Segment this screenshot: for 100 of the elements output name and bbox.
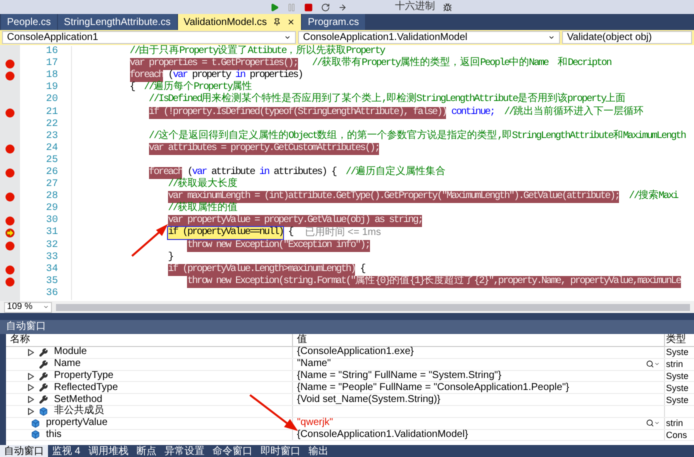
play-icon[interactable]	[270, 2, 279, 12]
line-number: 19	[44, 82, 58, 94]
panel-tab[interactable]: 异常设置	[160, 445, 208, 457]
breakpoint-icon[interactable]	[5, 240, 15, 251]
code-comment: //这个是返回得到自定义属性的Object数组，的第一个参数官方说是指定的类型,即StringLengthAttribute和MaximumLength	[148, 130, 686, 142]
panel-tab[interactable]: 调用堆栈	[84, 445, 132, 457]
panel-tab[interactable]: 监视 4	[48, 445, 84, 457]
member-dropdown[interactable]: Validate(object obj)	[562, 31, 692, 44]
pin-icon[interactable]	[272, 18, 281, 26]
variable-type: strin	[666, 358, 684, 370]
hex-button[interactable]: 十六进制	[395, 1, 435, 13]
line-number: 26	[44, 166, 58, 179]
breakpoint-statement: if (propertyValue.Length>maxinumLength)	[168, 264, 356, 276]
line-number: 31	[44, 227, 58, 240]
class-dropdown[interactable]: ConsoleApplication1.ValidationModel	[298, 31, 560, 44]
breakpoint-icon[interactable]	[5, 264, 15, 275]
bug-icon[interactable]	[443, 2, 452, 12]
variable-name: Module	[54, 346, 87, 358]
breakpoint-icon[interactable]	[5, 108, 15, 118]
variable-row[interactable]: SetMethod {Void set_Name(System.String)} Syste	[6, 394, 694, 406]
breakpoint-icon[interactable]	[5, 144, 15, 154]
panel-tab[interactable]: 即时窗口	[256, 445, 304, 457]
stop-icon[interactable]	[304, 2, 313, 12]
code-comment: //由于只再Property设置了Attibute，所以先获取Property	[130, 46, 384, 58]
variable-row[interactable]: propertyValue "qwerjk" strin	[6, 418, 694, 430]
variable-value: {Void set_Name(System.String)}	[297, 394, 440, 406]
step-icon[interactable]	[338, 2, 347, 12]
code-text: property	[192, 70, 232, 82]
code-text: properties)	[250, 70, 302, 82]
breakpoint-icon[interactable]	[5, 276, 15, 287]
code-text: (	[187, 166, 192, 178]
line-number: 28	[44, 191, 58, 203]
line-number: 16	[44, 46, 58, 58]
current-statement: if (propertyValue==null)	[168, 227, 284, 240]
line-number: 20	[44, 94, 58, 106]
variable-type: Cons	[666, 428, 688, 441]
close-icon[interactable]	[286, 18, 295, 26]
code-text: {	[130, 82, 136, 94]
variable-row[interactable]: Name "Name" strin	[6, 358, 694, 371]
line-number: 27	[44, 179, 58, 191]
line-number: 22	[44, 118, 58, 131]
line-number: 29	[44, 203, 58, 215]
breakpoint-icon[interactable]	[5, 168, 15, 178]
breakpoint-icon[interactable]	[5, 71, 15, 82]
breakpoint-icon[interactable]	[5, 59, 15, 70]
variable-value: "Name"	[297, 358, 331, 370]
breakpoint-current-icon[interactable]	[5, 228, 15, 238]
variable-name: SetMethod	[54, 394, 102, 405]
code-text: {	[287, 227, 293, 240]
file-tab[interactable]: Program.cs	[302, 14, 365, 30]
breakpoint-statement: throw new Exception("Exception info");	[187, 240, 370, 252]
variable-name: this	[46, 428, 62, 441]
variable-row[interactable]: PropertyType {Name = "String" FullName = "System.String"} Syste	[6, 370, 694, 382]
variable-row[interactable]: 非公共成员	[6, 406, 694, 418]
expand-icon[interactable]	[28, 348, 34, 356]
expand-icon[interactable]	[28, 372, 34, 380]
column-header[interactable]: 类型	[664, 334, 694, 346]
variable-row[interactable]: ReflectedType {Name = "People" FullName = "ConsoleApplication1.People"} Syste	[6, 382, 694, 394]
restart-icon[interactable]	[321, 2, 330, 12]
code-keyword: in	[259, 166, 269, 179]
file-tab[interactable]: People.cs	[1, 14, 57, 30]
breakpoint-icon[interactable]	[5, 192, 15, 202]
code-comment: //搜索Maxi	[628, 191, 678, 204]
breakpoint-statement: var attributes = property.GetCustomAttributes();	[148, 142, 380, 155]
caret-icon	[284, 34, 291, 41]
search-icon[interactable]	[646, 419, 660, 428]
code-text: attributes) {	[272, 166, 338, 179]
variable-value: {ConsoleApplication1.exe}	[297, 346, 414, 358]
panel-tab[interactable]: 自动窗口	[0, 445, 48, 457]
code-comment: //IsDefined用来检测某个特性是否应用到了某个类上,即检测StringLengthAttribute是否用到该property上面	[148, 94, 626, 106]
column-header[interactable]: 值	[292, 334, 664, 346]
expand-icon[interactable]	[28, 408, 34, 415]
code-text: {	[359, 264, 365, 275]
elapsed-time-hint: 已用时间 <= 1ms	[304, 227, 381, 240]
zoom-dropdown[interactable]: 109 %	[4, 302, 52, 312]
expand-icon[interactable]	[28, 396, 34, 404]
code-keyword: var	[172, 70, 188, 82]
line-number: 33	[44, 252, 58, 264]
panel-tab[interactable]: 断点	[132, 445, 160, 457]
code-text: attribute	[211, 166, 256, 178]
panel-tab[interactable]: 命令窗口	[208, 445, 256, 457]
file-tab[interactable]: ValidationModel.cs	[178, 14, 301, 30]
breakpoint-statement: var propertyValue = property.GetValue(obj) as string;	[168, 215, 422, 228]
column-header[interactable]: 名称	[6, 334, 292, 346]
project-dropdown[interactable]: ConsoleApplication1	[2, 31, 296, 44]
variable-name: Name	[54, 358, 81, 370]
breakpoint-icon[interactable]	[5, 216, 15, 226]
expand-icon[interactable]	[28, 384, 34, 392]
panel-tab[interactable]: 输出	[304, 445, 332, 457]
variable-type: Syste	[666, 394, 689, 406]
code-comment: //遍历每个Property属性	[144, 82, 252, 94]
line-number: 35	[44, 276, 58, 288]
horizontal-scrollbar[interactable]	[56, 304, 690, 310]
variable-type: Syste	[666, 346, 689, 358]
search-icon[interactable]	[646, 360, 660, 368]
variable-row[interactable]: this {ConsoleApplication1.ValidationModel} Cons	[6, 430, 694, 442]
file-tab[interactable]: StringLengthAttribute.cs	[58, 14, 177, 30]
code-keyword: var	[192, 166, 206, 178]
variable-row[interactable]: Module {ConsoleApplication1.exe} Syste	[6, 347, 694, 359]
variable-name: PropertyType	[54, 370, 114, 382]
